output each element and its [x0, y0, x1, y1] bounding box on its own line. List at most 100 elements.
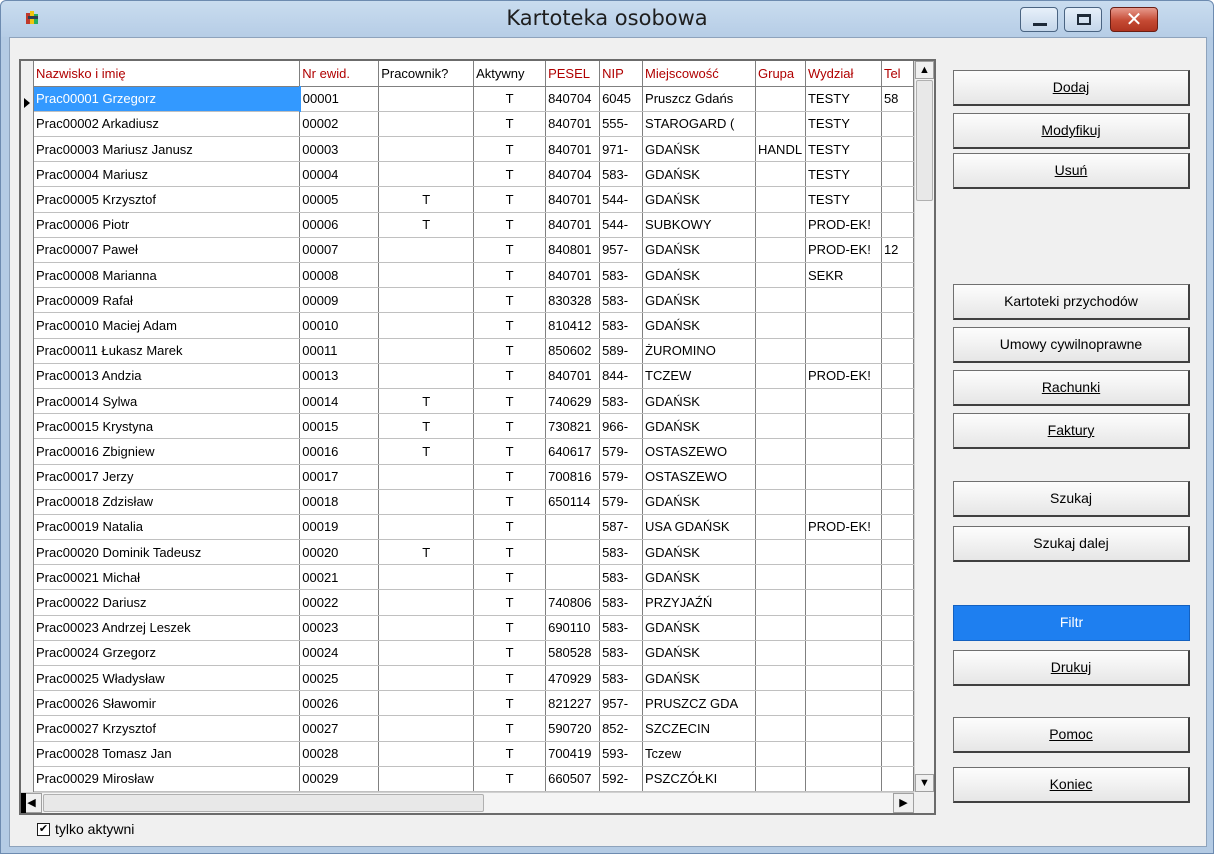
table-cell[interactable]: 583- — [599, 640, 644, 667]
table-cell[interactable]: OSTASZEWO — [642, 438, 756, 465]
table-cell[interactable]: T — [378, 438, 475, 465]
table-cell[interactable]: 00016 — [299, 438, 380, 465]
table-cell[interactable]: 00005 — [299, 186, 380, 213]
table-cell[interactable] — [545, 539, 601, 566]
table-cell[interactable]: 00002 — [299, 111, 380, 138]
table-cell[interactable]: GDAŃSK — [642, 564, 756, 591]
table-cell[interactable] — [881, 136, 914, 163]
table-cell[interactable] — [378, 237, 475, 264]
table-cell[interactable]: 58 — [881, 86, 914, 112]
table-row[interactable]: Prac00023 Andrzej Leszek 00023 T 690110 583-… — [34, 615, 914, 641]
table-cell[interactable] — [805, 388, 882, 415]
table-cell[interactable] — [755, 615, 806, 641]
table-cell[interactable]: 00009 — [299, 287, 380, 314]
table-cell[interactable]: T — [473, 136, 547, 163]
table-cell[interactable] — [755, 438, 806, 465]
table-cell[interactable]: 579- — [599, 464, 644, 490]
dodaj-button[interactable]: Dodaj — [953, 70, 1190, 106]
table-cell[interactable]: GDAŃSK — [642, 186, 756, 213]
table-cell[interactable] — [805, 464, 882, 490]
table-cell[interactable]: STAROGARD ( — [642, 111, 756, 138]
table-cell[interactable]: 00004 — [299, 161, 380, 188]
table-cell[interactable]: 810412 — [545, 312, 601, 339]
table-cell[interactable]: 840701 — [545, 262, 601, 289]
koniec-button[interactable]: Koniec — [953, 767, 1190, 803]
table-cell[interactable] — [881, 715, 914, 742]
column-header[interactable]: Nazwisko i imię — [34, 61, 301, 87]
table-cell[interactable]: Prac00006 Piotr — [34, 212, 301, 238]
table-cell[interactable]: 589- — [599, 338, 644, 364]
table-cell[interactable] — [378, 514, 475, 541]
table-cell[interactable]: 00011 — [299, 338, 380, 364]
table-cell[interactable] — [881, 161, 914, 188]
table-cell[interactable]: T — [473, 564, 547, 591]
table-cell[interactable] — [755, 464, 806, 490]
table-row[interactable]: Prac00009 Rafał 00009 T 830328 583- GDAŃSK — [34, 287, 914, 314]
table-cell[interactable]: T — [473, 111, 547, 138]
table-cell[interactable] — [881, 741, 914, 767]
table-row[interactable]: Prac00004 Mariusz 00004 T 840704 583- GDAŃSK T… — [34, 161, 914, 188]
table-cell[interactable] — [881, 111, 914, 138]
table-row[interactable]: Prac00002 Arkadiusz 00002 T 840701 555- STARO… — [34, 111, 914, 138]
only-active-label[interactable]: tylko aktywni — [55, 821, 134, 837]
table-cell[interactable]: T — [473, 464, 547, 490]
table-cell[interactable]: 840701 — [545, 186, 601, 213]
table-cell[interactable]: Pruszcz Gdańs — [642, 86, 756, 112]
table-cell[interactable]: Prac00025 Władysław — [34, 665, 301, 692]
table-cell[interactable]: GDAŃSK — [642, 615, 756, 641]
table-cell[interactable] — [805, 690, 882, 717]
table-cell[interactable] — [545, 564, 601, 591]
table-cell[interactable]: T — [473, 665, 547, 692]
table-cell[interactable]: 00013 — [299, 363, 380, 389]
modyfikuj-button[interactable]: Modyfikuj — [953, 113, 1190, 149]
table-cell[interactable] — [378, 136, 475, 163]
table-cell[interactable]: Prac00027 Krzysztof — [34, 715, 301, 742]
table-cell[interactable] — [805, 564, 882, 591]
table-row[interactable]: Prac00006 Piotr 00006 T T 840701 544- SUBKOWY P… — [34, 212, 914, 238]
title-bar[interactable]: Kartoteka osobowa ✕ — [1, 1, 1213, 37]
table-cell[interactable]: T — [473, 161, 547, 188]
table-cell[interactable]: Prac00001 Grzegorz — [34, 86, 301, 112]
table-cell[interactable]: 840701 — [545, 136, 601, 163]
table-cell[interactable] — [881, 489, 914, 515]
table-cell[interactable]: 00020 — [299, 539, 380, 566]
table-cell[interactable]: Prac00026 Sławomir — [34, 690, 301, 717]
table-cell[interactable]: 583- — [599, 564, 644, 591]
table-cell[interactable]: 583- — [599, 665, 644, 692]
table-cell[interactable]: 470929 — [545, 665, 601, 692]
table-cell[interactable]: 00018 — [299, 489, 380, 515]
table-cell[interactable] — [881, 615, 914, 641]
scroll-up-arrow-icon[interactable]: ▲ — [915, 61, 934, 79]
table-cell[interactable]: 840701 — [545, 212, 601, 238]
table-cell[interactable] — [755, 111, 806, 138]
table-cell[interactable] — [881, 514, 914, 541]
column-header[interactable]: Wydział — [805, 61, 882, 87]
table-cell[interactable] — [881, 363, 914, 389]
table-cell[interactable] — [755, 363, 806, 389]
table-cell[interactable]: T — [378, 212, 475, 238]
table-cell[interactable] — [755, 86, 806, 112]
table-row[interactable]: Prac00026 Sławomir 00026 T 821227 957- PRUSZC… — [34, 690, 914, 717]
table-cell[interactable]: GDAŃSK — [642, 161, 756, 188]
table-cell[interactable] — [378, 86, 475, 112]
usun-button[interactable]: Usuń — [953, 153, 1190, 189]
pomoc-button[interactable]: Pomoc — [953, 717, 1190, 753]
table-cell[interactable]: T — [473, 86, 547, 112]
table-cell[interactable]: 579- — [599, 489, 644, 515]
table-cell[interactable]: GDAŃSK — [642, 262, 756, 289]
table-cell[interactable]: 00028 — [299, 741, 380, 767]
table-cell[interactable]: Prac00008 Marianna — [34, 262, 301, 289]
table-cell[interactable]: 957- — [599, 690, 644, 717]
table-cell[interactable]: 544- — [599, 186, 644, 213]
table-cell[interactable]: Prac00011 Łukasz Marek — [34, 338, 301, 364]
table-cell[interactable] — [881, 262, 914, 289]
table-cell[interactable] — [378, 715, 475, 742]
table-cell[interactable] — [805, 640, 882, 667]
table-cell[interactable]: Prac00013 Andzia — [34, 363, 301, 389]
table-cell[interactable] — [881, 287, 914, 314]
table-cell[interactable]: 690110 — [545, 615, 601, 641]
table-cell[interactable] — [881, 564, 914, 591]
table-cell[interactable]: 00010 — [299, 312, 380, 339]
table-cell[interactable]: 740629 — [545, 388, 601, 415]
table-cell[interactable]: 583- — [599, 539, 644, 566]
